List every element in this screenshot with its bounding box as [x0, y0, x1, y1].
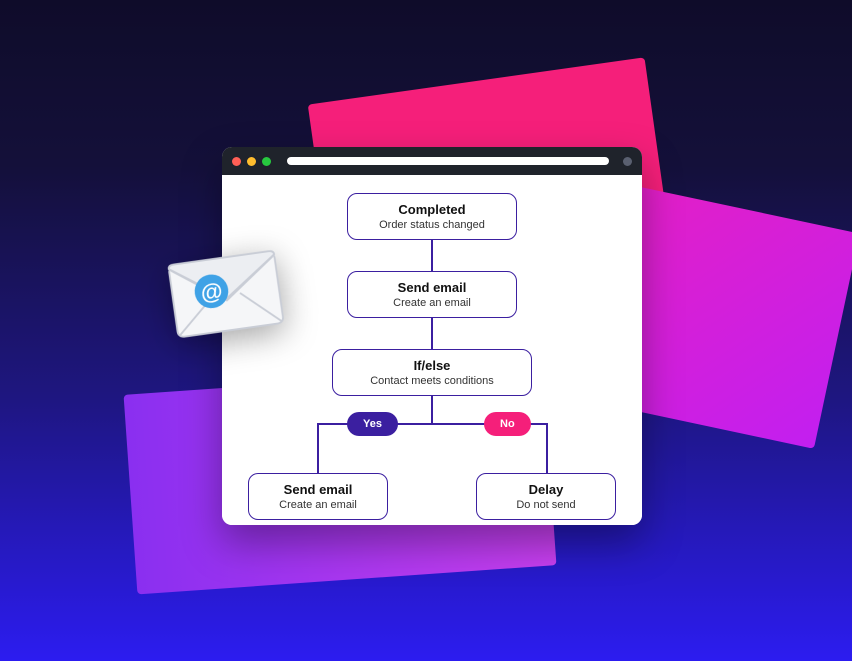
flow-node-send-email-branch[interactable]: Send email Create an email: [248, 473, 388, 520]
connector-right-drop: [546, 423, 548, 475]
node-title: Send email: [261, 482, 375, 497]
node-title: Completed: [366, 202, 498, 217]
node-subtitle: Do not send: [489, 499, 603, 511]
node-subtitle: Create an email: [366, 297, 498, 309]
flow-node-send-email[interactable]: Send email Create an email: [347, 271, 517, 318]
branch-label: No: [500, 418, 515, 430]
branch-pill-no[interactable]: No: [484, 412, 531, 436]
email-envelope-icon: @: [165, 245, 288, 344]
flow-node-completed[interactable]: Completed Order status changed: [347, 193, 517, 240]
node-title: Send email: [366, 280, 498, 295]
node-subtitle: Contact meets conditions: [351, 375, 513, 387]
node-title: If/else: [351, 358, 513, 373]
flow-node-if-else[interactable]: If/else Contact meets conditions: [332, 349, 532, 396]
address-bar[interactable]: [287, 157, 609, 165]
titlebar-end-dot: [623, 157, 632, 166]
app-window: Completed Order status changed Send emai…: [222, 147, 642, 525]
window-titlebar: [222, 147, 642, 175]
window-minimize-dot[interactable]: [247, 157, 256, 166]
window-close-dot[interactable]: [232, 157, 241, 166]
svg-text:@: @: [199, 278, 224, 306]
node-subtitle: Order status changed: [366, 219, 498, 231]
node-subtitle: Create an email: [261, 499, 375, 511]
connector-left-drop: [317, 423, 319, 475]
branch-pill-yes[interactable]: Yes: [347, 412, 398, 436]
window-zoom-dot[interactable]: [262, 157, 271, 166]
flow-node-delay[interactable]: Delay Do not send: [476, 473, 616, 520]
branch-label: Yes: [363, 418, 382, 430]
node-title: Delay: [489, 482, 603, 497]
flow-canvas: Completed Order status changed Send emai…: [222, 175, 642, 525]
